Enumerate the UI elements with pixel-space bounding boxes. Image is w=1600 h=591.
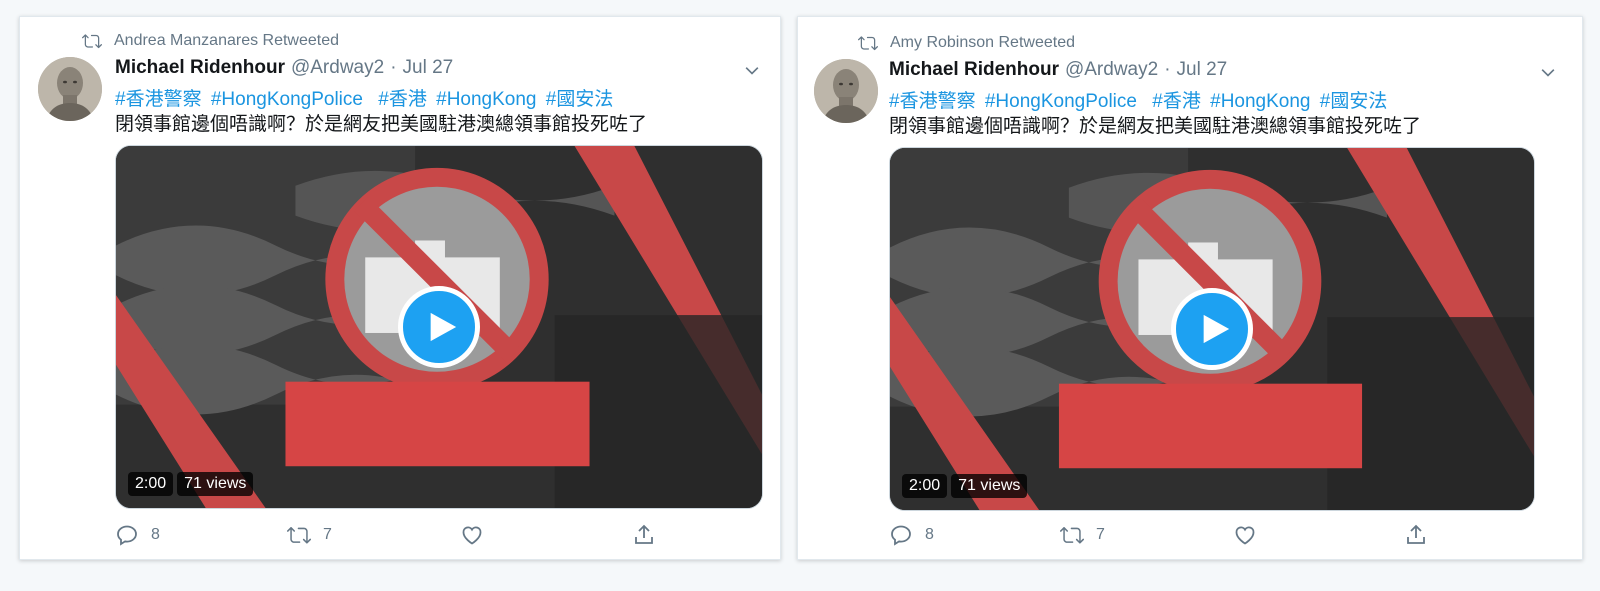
tweet-header: Michael Ridenhour @Ardway2 · Jul 27 [889, 59, 1227, 81]
tweet-date[interactable]: Jul 27 [403, 57, 454, 79]
hashtag-link[interactable]: #香港 [378, 89, 427, 110]
hashtag-link[interactable]: #HongKong [436, 89, 536, 110]
video-player[interactable]: 2:00 71 views [889, 147, 1535, 511]
tweet-text: 閉領事館邊個唔識啊？於是網友把美國駐港澳總領事館投死咗了 [889, 116, 1422, 137]
retweet-icon [82, 34, 102, 49]
reply-button[interactable]: 8 [115, 523, 160, 547]
heart-icon [462, 526, 482, 545]
retweet-icon [287, 526, 311, 544]
hashtag-link[interactable]: #國安法 [546, 89, 614, 110]
retweet-icon [1060, 526, 1084, 544]
play-icon [430, 312, 457, 342]
like-button[interactable] [460, 523, 496, 547]
header-separator: · [390, 57, 397, 78]
retweet-count: 7 [323, 526, 332, 543]
hashtag-link[interactable]: #HongKongPolice [211, 89, 363, 110]
retweeted-by-label[interactable]: Andrea Manzanares Retweeted [114, 32, 339, 50]
tweet-header: Michael Ridenhour @Ardway2 · Jul 27 [115, 57, 453, 79]
video-duration: 2:00 [902, 474, 948, 498]
retweet-context: Amy Robinson Retweeted [858, 33, 1075, 53]
video-views: 71 views [177, 472, 254, 496]
author-handle[interactable]: @Ardway2 [291, 57, 384, 79]
chevron-down-icon[interactable] [742, 61, 762, 81]
hashtag-link[interactable]: #國安法 [1320, 91, 1388, 112]
tweet-hashtags: #香港警察 #HongKongPolice #香港 #HongKong #國安法 [115, 84, 617, 111]
hashtag-link[interactable]: #香港 [1152, 91, 1201, 112]
play-button[interactable] [398, 286, 480, 368]
share-button[interactable] [1404, 523, 1428, 547]
reply-icon [891, 525, 911, 546]
video-player[interactable]: 2:00 71 views [115, 145, 763, 509]
video-info: 2:00 71 views [902, 474, 1028, 498]
author-name[interactable]: Michael Ridenhour [115, 57, 285, 79]
share-icon [1407, 524, 1425, 544]
hashtag-link[interactable]: #HongKongPolice [985, 91, 1137, 112]
heart-icon [1235, 526, 1255, 545]
author-handle[interactable]: @Ardway2 [1065, 59, 1158, 81]
video-duration: 2:00 [128, 472, 174, 496]
tweet-hashtags: #香港警察 #HongKongPolice #香港 #HongKong #國安法 [889, 86, 1391, 113]
retweet-button[interactable]: 7 [1060, 523, 1105, 547]
reply-icon [117, 525, 137, 546]
tweet-card[interactable]: Amy Robinson Retweeted Michael Ridenhour… [797, 16, 1583, 560]
retweet-context: Andrea Manzanares Retweeted [82, 31, 339, 51]
retweeted-by-label[interactable]: Amy Robinson Retweeted [890, 34, 1075, 52]
header-separator: · [1164, 59, 1171, 80]
chevron-down-icon[interactable] [1538, 63, 1558, 83]
reply-button[interactable]: 8 [889, 523, 934, 547]
reply-count: 8 [151, 526, 160, 543]
hashtag-link[interactable]: #香港警察 [889, 91, 976, 112]
retweet-icon [858, 36, 878, 51]
video-views: 71 views [951, 474, 1028, 498]
tweet-card[interactable]: Andrea Manzanares Retweeted Michael Ride… [19, 16, 781, 560]
tweet-text: 閉領事館邊個唔識啊？於是網友把美國駐港澳總領事館投死咗了 [115, 114, 648, 135]
play-button[interactable] [1171, 288, 1253, 370]
retweet-button[interactable]: 7 [287, 523, 332, 547]
video-info: 2:00 71 views [128, 472, 254, 496]
hashtag-link[interactable]: #香港警察 [115, 89, 202, 110]
reply-count: 8 [925, 526, 934, 543]
avatar[interactable] [814, 59, 878, 123]
play-icon [1203, 314, 1230, 344]
tweet-date[interactable]: Jul 27 [1177, 59, 1228, 81]
retweet-count: 7 [1096, 526, 1105, 543]
share-icon [635, 524, 653, 544]
hashtag-link[interactable]: #HongKong [1210, 91, 1310, 112]
avatar[interactable] [38, 57, 102, 121]
share-button[interactable] [632, 523, 656, 547]
author-name[interactable]: Michael Ridenhour [889, 59, 1059, 81]
like-button[interactable] [1233, 523, 1269, 547]
